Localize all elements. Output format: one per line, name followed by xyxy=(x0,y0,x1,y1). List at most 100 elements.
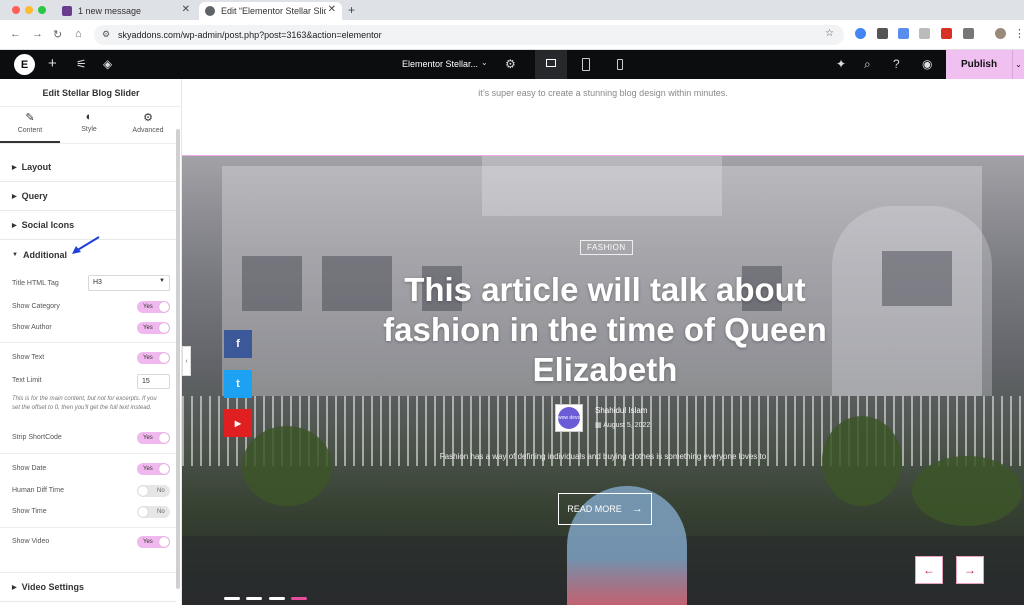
globe-icon xyxy=(205,6,215,16)
youtube-icon[interactable]: ▶ xyxy=(224,409,252,437)
publish-button[interactable]: Publish xyxy=(946,50,1012,79)
post-title[interactable]: This article will talk about fashion in … xyxy=(342,270,868,390)
toggle-knob xyxy=(159,433,169,443)
desktop-view-button[interactable] xyxy=(535,50,567,79)
tab-content[interactable]: ✎ Content xyxy=(0,111,60,134)
show-time-toggle[interactable]: No xyxy=(137,506,170,518)
chevron-down-icon[interactable]: ⌄ xyxy=(481,58,488,67)
tab-label: Style xyxy=(81,126,97,133)
avatar-logo: wow devs xyxy=(558,407,580,429)
author-name[interactable]: Shahidul Islam xyxy=(595,406,647,415)
page-settings-gear-icon[interactable]: ⚙ xyxy=(505,57,516,71)
elementor-logo-icon[interactable]: E xyxy=(14,54,35,75)
forward-icon[interactable]: → xyxy=(32,28,43,40)
show-author-toggle[interactable]: Yes xyxy=(137,322,170,334)
next-slide-button[interactable]: → xyxy=(956,556,984,584)
toggle-value: Yes xyxy=(143,466,153,472)
minimize-window-button[interactable] xyxy=(25,6,33,14)
show-date-toggle[interactable]: Yes xyxy=(137,463,170,475)
read-more-button[interactable]: READ MORE → xyxy=(558,493,652,525)
help-icon[interactable]: ? xyxy=(893,57,900,71)
widget-settings-panel: Edit Stellar Blog Slider ✎ Content ◐ Sty… xyxy=(0,79,182,605)
caret-right-icon: ▶ xyxy=(12,584,17,591)
close-icon[interactable]: ✕ xyxy=(328,4,336,15)
tab-advanced[interactable]: ⚙ Advanced xyxy=(118,111,178,134)
section-video-settings[interactable]: ▶ Video Settings xyxy=(0,573,176,602)
toggle-knob xyxy=(159,302,169,312)
ai-sparkle-icon[interactable]: ✦ xyxy=(836,57,846,71)
slide-dot-active[interactable] xyxy=(291,597,307,600)
close-window-button[interactable] xyxy=(12,6,20,14)
slide-dot[interactable] xyxy=(246,597,262,600)
reload-icon[interactable]: ↻ xyxy=(53,28,62,41)
mobile-icon[interactable] xyxy=(617,59,623,70)
section-label: Video Settings xyxy=(21,582,84,592)
url-text: skyaddons.com/wp-admin/post.php?post=316… xyxy=(118,30,382,40)
caret-down-icon: ▼ xyxy=(12,251,18,258)
site-info-icon[interactable]: ⚙ xyxy=(102,29,110,40)
chrome-extension-icon[interactable] xyxy=(855,28,866,39)
title-html-tag-select[interactable]: H3 ▼ xyxy=(88,275,170,291)
tab-favicon-icon xyxy=(62,6,72,16)
caret-right-icon: ▶ xyxy=(12,193,17,200)
arrow-left-icon: ← xyxy=(923,563,935,577)
back-icon[interactable]: ← xyxy=(10,28,21,40)
show-text-label: Show Text xyxy=(12,354,45,361)
annotation-arrow-icon xyxy=(72,236,100,254)
prev-slide-button[interactable]: ← xyxy=(915,556,943,584)
facebook-icon[interactable]: f xyxy=(224,330,252,358)
add-element-icon[interactable]: + xyxy=(48,55,57,72)
toggle-value: Yes xyxy=(143,304,153,310)
url-field[interactable]: ⚙ skyaddons.com/wp-admin/post.php?post=3… xyxy=(94,25,844,45)
author-avatar: wow devs xyxy=(555,404,583,432)
arrow-right-icon: → xyxy=(631,503,643,515)
building-roof xyxy=(482,156,722,216)
new-tab-button[interactable]: + xyxy=(348,3,355,17)
collapse-panel-handle[interactable]: ‹ xyxy=(182,346,191,376)
tab-style[interactable]: ◐ Style xyxy=(59,111,119,133)
section-label: Query xyxy=(21,191,48,201)
show-date-label: Show Date xyxy=(12,465,47,472)
strip-shortcode-toggle[interactable]: Yes xyxy=(137,432,170,444)
settings-sliders-icon[interactable]: ⚟ xyxy=(76,57,87,71)
font-extension-icon[interactable] xyxy=(941,28,952,39)
show-video-toggle[interactable]: Yes xyxy=(137,536,170,548)
tablet-icon[interactable] xyxy=(582,58,590,71)
zoom-window-button[interactable] xyxy=(38,6,46,14)
search-icon[interactable]: ⌕ xyxy=(864,57,871,72)
bookmark-star-icon[interactable]: ☆ xyxy=(825,28,834,39)
show-author-label: Show Author xyxy=(12,324,52,331)
slide-dot[interactable] xyxy=(224,597,240,600)
panel-scrollbar[interactable] xyxy=(176,129,180,589)
translate-extension-icon[interactable] xyxy=(898,28,909,39)
shield-extension-icon[interactable] xyxy=(877,28,888,39)
page-title[interactable]: Elementor Stellar... xyxy=(402,59,478,69)
text-limit-input[interactable]: 15 xyxy=(137,374,170,389)
panel-title: Edit Stellar Blog Slider xyxy=(0,79,182,107)
window xyxy=(242,256,302,311)
extension-icon[interactable] xyxy=(919,28,930,39)
show-category-toggle[interactable]: Yes xyxy=(137,301,170,313)
title-html-tag-label: Title HTML Tag xyxy=(12,280,59,287)
window xyxy=(882,251,952,306)
shrub xyxy=(912,456,1022,526)
browser-menu-icon[interactable]: ⋮ xyxy=(1014,27,1024,40)
close-icon[interactable]: ✕ xyxy=(182,4,190,15)
show-text-toggle[interactable]: Yes xyxy=(137,352,170,364)
section-layout[interactable]: ▶ Layout xyxy=(0,153,176,182)
profile-avatar[interactable] xyxy=(995,28,1006,39)
browser-tab-message[interactable]: 1 new message ✕ xyxy=(56,2,196,20)
browser-tab-elementor[interactable]: Edit “Elementor Stellar Slide ✕ xyxy=(199,2,342,20)
twitter-icon[interactable]: t xyxy=(224,370,252,398)
preview-eye-icon[interactable]: ◉ xyxy=(922,57,932,71)
category-badge[interactable]: FASHION xyxy=(580,240,633,255)
home-icon[interactable]: ⌂ xyxy=(75,28,82,40)
select-value: H3 xyxy=(93,279,102,286)
puzzle-icon[interactable] xyxy=(963,28,974,39)
section-query[interactable]: ▶ Query xyxy=(0,182,176,211)
pencil-icon: ✎ xyxy=(25,112,35,124)
structure-layers-icon[interactable]: ◈ xyxy=(103,57,112,71)
publish-options-chevron-icon[interactable]: ⌄ xyxy=(1012,50,1024,79)
slide-dot[interactable] xyxy=(269,597,285,600)
human-diff-time-toggle[interactable]: No xyxy=(137,485,170,497)
